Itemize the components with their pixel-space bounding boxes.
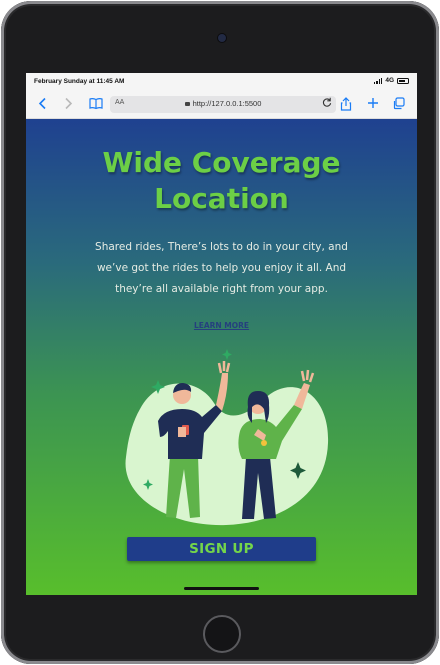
status-time: February Sunday at 11:45 AM — [34, 78, 125, 85]
new-tab-icon[interactable] — [367, 97, 379, 113]
hero-desc-line2: we’ve got the rides to help you enjoy it… — [96, 262, 347, 274]
battery-icon — [397, 77, 409, 84]
hero-title: Wide Coverage Location — [26, 145, 417, 217]
url-text: http://127.0.0.1:5500 — [110, 99, 336, 108]
status-bar: February Sunday at 11:45 AM 4G — [26, 73, 417, 91]
tabs-icon[interactable] — [392, 97, 405, 114]
share-icon[interactable] — [340, 97, 352, 115]
landing-page: Wide Coverage Location Shared rides, The… — [26, 119, 417, 595]
sign-up-button[interactable]: SIGN UP — [127, 537, 316, 561]
url-value: http://127.0.0.1:5500 — [192, 99, 262, 108]
status-indicators: 4G — [374, 77, 409, 84]
tablet-device: February Sunday at 11:45 AM 4G AA http:/… — [1, 1, 439, 664]
lock-icon — [184, 102, 190, 106]
hero-title-line2: Location — [154, 182, 289, 215]
bookmarks-icon[interactable] — [89, 97, 103, 114]
forward-icon[interactable] — [64, 97, 73, 114]
hero-description: Shared rides, There’s lots to do in your… — [88, 237, 355, 300]
hero-title-line1: Wide Coverage — [102, 146, 341, 179]
signal-icon — [374, 77, 383, 84]
sparkle-icon — [222, 349, 232, 360]
home-button[interactable] — [203, 615, 241, 653]
hero-desc-line1: Shared rides, There’s lots to do in your… — [95, 241, 348, 253]
camera-icon — [218, 34, 226, 42]
browser-toolbar: AA http://127.0.0.1:5500 — [26, 91, 417, 119]
address-bar[interactable]: AA http://127.0.0.1:5500 — [110, 96, 336, 113]
network-label: 4G — [385, 77, 394, 84]
hero-desc-line3: they’re all available right from your ap… — [115, 283, 328, 295]
reload-icon[interactable] — [322, 97, 332, 111]
riders-illustration — [125, 349, 329, 526]
learn-more-link[interactable]: LEARN MORE — [26, 321, 417, 330]
device-screen: February Sunday at 11:45 AM 4G AA http:/… — [26, 73, 417, 595]
back-icon[interactable] — [38, 97, 47, 114]
home-indicator — [184, 587, 259, 590]
